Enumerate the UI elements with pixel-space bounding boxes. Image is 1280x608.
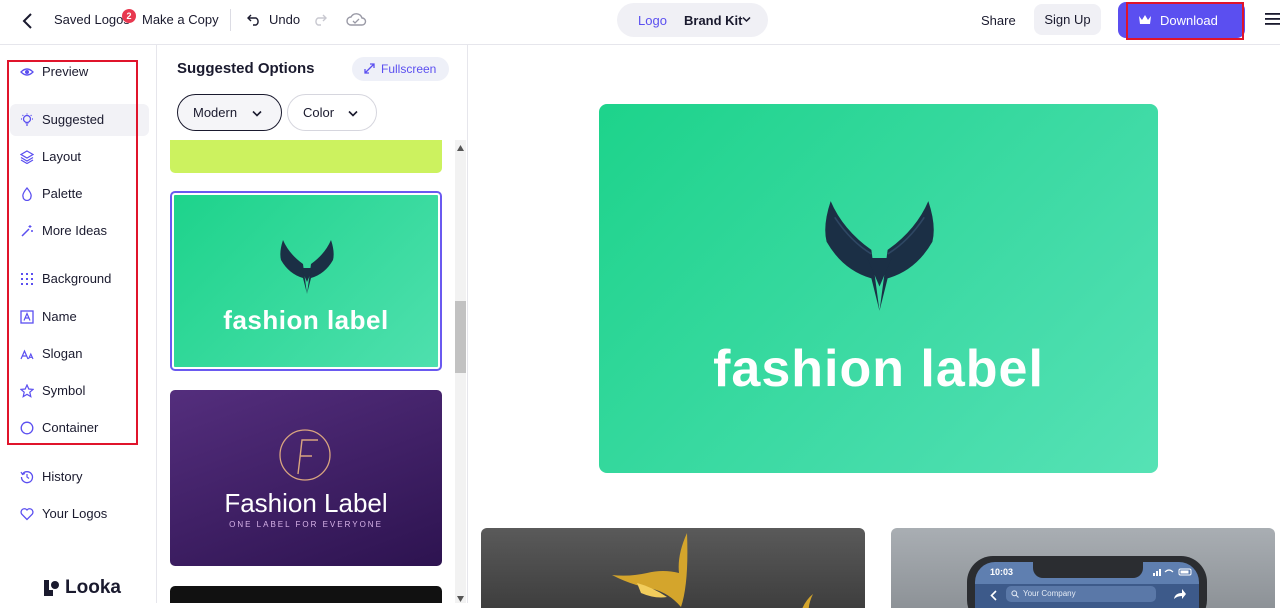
grid-icon (21, 273, 33, 285)
color-filter-dropdown[interactable]: Color (287, 94, 377, 131)
signal-battery-icon (1153, 568, 1192, 576)
color-filter-value: Color (303, 105, 335, 120)
tab-brand-kit[interactable]: Brand Kit (684, 13, 743, 28)
chevron-down-icon[interactable] (742, 16, 751, 23)
gold-wings-icon (612, 533, 688, 607)
chevron-down-icon (348, 110, 358, 117)
wings-logo-icon (825, 201, 934, 311)
main-logo-preview: fashion label (599, 104, 1158, 473)
sidebar-item-slogan[interactable]: Slogan (10, 338, 149, 370)
sidebar-item-label: History (42, 469, 83, 484)
style-filter-value: Modern (193, 105, 238, 120)
share-arrow-icon (1174, 589, 1186, 599)
gold-wings-icon (802, 594, 813, 608)
card-logo-text: Fashion Label (224, 488, 388, 518)
sign-up-button[interactable]: Sign Up (1034, 4, 1101, 35)
wings-logo-icon (280, 240, 334, 294)
download-button[interactable]: Download (1118, 2, 1245, 38)
share-button[interactable]: Share (981, 13, 1016, 28)
sidebar-item-label: Palette (42, 186, 83, 201)
phone-search-text: Your Company (1023, 589, 1076, 598)
tab-logo[interactable]: Logo (638, 13, 667, 28)
style-filter-dropdown[interactable]: Modern (177, 94, 282, 131)
sidebar-item-suggested[interactable]: Suggested (10, 104, 149, 136)
menu-icon[interactable] (1265, 12, 1280, 26)
fullscreen-button[interactable]: Fullscreen (352, 57, 449, 81)
sidebar-item-background[interactable]: Background (10, 263, 149, 295)
logo-brandkit-switch: Logo Brand Kit (617, 3, 768, 37)
sidebar-item-label: Layout (42, 149, 82, 164)
logo-option-card[interactable]: Fashion Label ONE LABEL FOR EVERYONE (170, 390, 442, 566)
sidebar-item-label: Background (42, 271, 112, 286)
phone-search-bar: Your Company (1006, 586, 1156, 602)
divider (230, 9, 231, 31)
looka-mark-icon (44, 580, 59, 596)
undo-icon[interactable] (247, 12, 261, 26)
expand-icon (364, 63, 375, 74)
sidebar-item-more-ideas[interactable]: More Ideas (10, 215, 149, 247)
suggested-options-panel: Suggested Options Fullscreen Modern Colo… (157, 45, 468, 603)
scrollbar-thumb[interactable] (455, 301, 466, 373)
make-copy-button[interactable]: Make a Copy (142, 12, 219, 27)
font-size-icon (20, 349, 34, 360)
back-arrow-icon[interactable] (18, 11, 38, 31)
sidebar-item-layout[interactable]: Layout (10, 141, 149, 173)
fullscreen-label: Fullscreen (381, 62, 437, 76)
history-icon (20, 471, 34, 484)
logo-option-card-selected[interactable]: fashion label (170, 191, 442, 371)
layers-icon (20, 150, 34, 164)
sidebar-item-label: Symbol (42, 383, 86, 398)
undo-button[interactable]: Undo (269, 12, 300, 27)
sidebar-item-label: More Ideas (42, 223, 108, 238)
circle-icon (20, 421, 34, 435)
phone-time: 10:03 (990, 567, 1014, 577)
monogram-circle-icon (279, 429, 331, 481)
sidebar-item-label: Slogan (42, 346, 83, 361)
sidebar-item-name[interactable]: Name (10, 301, 149, 333)
redo-icon[interactable] (313, 12, 327, 26)
top-bar: Saved Logos 2 Make a Copy Undo Logo Bran… (0, 0, 1280, 45)
download-label: Download (1160, 13, 1218, 28)
droplet-icon (22, 187, 32, 201)
logo-option-card[interactable] (170, 140, 442, 173)
logo-option-card[interactable] (170, 586, 442, 603)
sidebar-item-label: Preview (42, 64, 89, 79)
sidebar-item-container[interactable]: Container (10, 412, 149, 444)
phone-notch (1033, 562, 1143, 578)
magic-wand-icon (21, 225, 33, 237)
sidebar-item-history[interactable]: History (10, 461, 149, 493)
mockup-phone[interactable]: 10:03 Your Company (891, 528, 1275, 608)
sidebar-item-palette[interactable]: Palette (10, 178, 149, 210)
search-icon (1011, 590, 1019, 598)
sidebar-item-symbol[interactable]: Symbol (10, 375, 149, 407)
sidebar-item-label: Suggested (42, 112, 105, 127)
heart-icon (20, 508, 34, 521)
chevron-down-icon (252, 110, 262, 117)
scroll-up-arrow-icon[interactable] (457, 145, 464, 151)
chevron-left-icon (990, 590, 997, 601)
main-logo-text: fashion label (713, 340, 1044, 398)
brand-name: Looka (65, 577, 121, 598)
sidebar-item-label: Name (42, 309, 77, 324)
saved-logos-link[interactable]: Saved Logos (54, 12, 130, 27)
sidebar-item-label: Container (42, 420, 99, 435)
crown-icon (1139, 15, 1151, 24)
card-slogan-text: ONE LABEL FOR EVERYONE (229, 520, 383, 529)
sidebar-item-your-logos[interactable]: Your Logos (10, 498, 149, 530)
star-icon (20, 384, 34, 398)
cloud-save-icon[interactable] (345, 10, 367, 28)
sidebar: Preview Suggested Layout Palette More Id… (0, 45, 157, 603)
panel-title: Suggested Options (177, 60, 315, 77)
logo-preview-area: fashion label 10:03 Your Company (469, 45, 1280, 608)
text-box-icon (20, 310, 34, 324)
eye-icon (20, 68, 34, 76)
sidebar-item-label: Your Logos (42, 506, 108, 521)
card-logo-text: fashion label (223, 305, 389, 335)
scroll-down-arrow-icon[interactable] (457, 596, 464, 602)
mockup-gold-foil[interactable] (481, 528, 865, 608)
lightbulb-icon (21, 113, 33, 126)
saved-count-badge: 2 (122, 9, 136, 23)
sidebar-item-preview[interactable]: Preview (10, 56, 149, 88)
